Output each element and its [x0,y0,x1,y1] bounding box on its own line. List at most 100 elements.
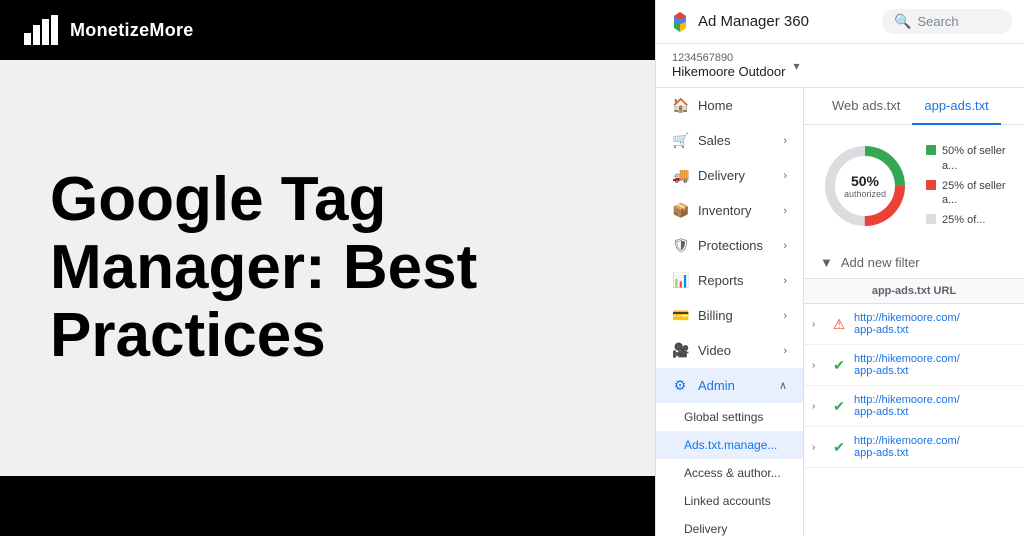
sidebar-sub-access[interactable]: Access & author... [656,459,803,487]
check-icon: ✔ [830,439,848,456]
table-row[interactable]: › ✔ http://hikemoore.com/app-ads.txt [804,386,1024,427]
account-info: 1234567890 Hikemoore Outdoor [672,52,785,79]
search-icon: 🔍 [894,13,911,30]
logo-text: MonetizeMore [70,20,194,41]
sidebar-sub-linked[interactable]: Linked accounts [656,487,803,515]
home-icon: 🏠 [672,97,688,114]
logo-icon [24,15,60,45]
main-title: Google Tag Manager: Best Practices [50,166,605,371]
row-expand-icon: › [812,360,824,371]
account-number: 1234567890 [672,52,785,64]
row-url-1: http://hikemoore.com/app-ads.txt [854,353,960,377]
left-content: Google Tag Manager: Best Practices [0,60,655,476]
account-name: Hikemoore Outdoor [672,64,785,79]
check-icon: ✔ [830,357,848,374]
tab-web-ads-txt[interactable]: Web ads.txt [820,88,912,125]
sidebar-label-delivery: Delivery [698,168,745,183]
sidebar-sub-label-linked: Linked accounts [684,494,771,508]
sidebar-item-protections[interactable]: 🛡 Protections › [656,228,803,263]
donut-sub-label: authorized [844,189,886,199]
row-expand-icon: › [812,319,824,330]
sidebar-item-delivery[interactable]: 🚚 Delivery › [656,158,803,193]
donut-chart: 50% authorized [820,141,910,231]
video-icon: 🎥 [672,342,688,359]
chevron-down-icon: › [783,240,787,252]
filter-label: Add new filter [841,255,920,270]
inventory-icon: 📦 [672,202,688,219]
sidebar-label-protections: Protections [698,238,763,253]
table-header: app-ads.txt URL [804,279,1024,304]
delivery-icon: 🚚 [672,167,688,184]
main-content: Web ads.txt app-ads.txt 50% [804,88,1024,536]
chevron-down-icon: › [783,170,787,182]
legend-text-2: 25% of... [942,213,985,227]
legend-dot-red [926,180,936,190]
row-url-3: http://hikemoore.com/app-ads.txt [854,435,960,459]
left-panel: MonetizeMore Google Tag Manager: Best Pr… [0,0,655,536]
legend-item-1: 25% of seller a... [926,179,1008,208]
sidebar-item-home[interactable]: 🏠 Home [656,88,803,123]
chevron-down-icon: › [783,275,787,287]
chevron-down-icon: › [783,205,787,217]
account-row[interactable]: 1234567890 Hikemoore Outdoor ▾ [656,44,1024,88]
row-expand-icon: › [812,401,824,412]
legend-text-0: 50% of seller a... [942,144,1008,173]
legend-item-2: 25% of... [926,213,1008,227]
reports-icon: 📊 [672,272,688,289]
sidebar-sub-label-global: Global settings [684,410,763,424]
tab-app-ads-txt[interactable]: app-ads.txt [912,88,1000,125]
sidebar-label-billing: Billing [698,308,733,323]
donut-label: 50% authorized [844,173,886,199]
sidebar-sub-label-delivery: Delivery [684,522,727,536]
chevron-down-icon: › [783,135,787,147]
legend-dot-gray [926,214,936,224]
top-bar: Ad Manager 360 🔍 Search [656,0,1024,44]
left-header: MonetizeMore [0,0,655,60]
chevron-up-icon: ∧ [779,379,787,392]
sidebar-item-reports[interactable]: 📊 Reports › [656,263,803,298]
row-expand-icon: › [812,442,824,453]
right-panel: Ad Manager 360 🔍 Search 1234567890 Hikem… [655,0,1024,536]
sidebar: 🏠 Home 🛒 Sales › 🚚 Delivery › 📦 Inventor… [656,88,804,536]
sidebar-sub-ads-txt[interactable]: Ads.txt.manage... [656,431,803,459]
sidebar-sub-label-ads-txt: Ads.txt.manage... [684,438,777,452]
sidebar-item-sales[interactable]: 🛒 Sales › [656,123,803,158]
legend-item-0: 50% of seller a... [926,144,1008,173]
sidebar-label-admin: Admin [698,378,735,393]
left-footer [0,476,655,536]
chevron-down-icon: › [783,310,787,322]
sidebar-label-reports: Reports [698,273,744,288]
filter-icon: ▼ [820,255,833,270]
gam-app-title: Ad Manager 360 [698,13,809,30]
row-url-2: http://hikemoore.com/app-ads.txt [854,394,960,418]
sidebar-label-inventory: Inventory [698,203,751,218]
table-row[interactable]: › ✔ http://hikemoore.com/app-ads.txt [804,427,1024,468]
sidebar-label-home: Home [698,98,733,113]
sidebar-item-admin[interactable]: ⚙ Admin ∧ [656,368,803,403]
chart-legend: 50% of seller a... 25% of seller a... 25… [926,144,1008,227]
warning-icon: ⚠ [830,316,848,333]
sidebar-sub-delivery[interactable]: Delivery [656,515,803,536]
tabs-bar: Web ads.txt app-ads.txt [804,88,1024,125]
sales-icon: 🛒 [672,132,688,149]
sidebar-label-sales: Sales [698,133,731,148]
sidebar-item-inventory[interactable]: 📦 Inventory › [656,193,803,228]
admin-icon: ⚙ [672,377,688,394]
content-area: 🏠 Home 🛒 Sales › 🚚 Delivery › 📦 Inventor… [656,88,1024,536]
check-icon: ✔ [830,398,848,415]
search-box[interactable]: 🔍 Search [882,9,1012,34]
filter-bar[interactable]: ▼ Add new filter [804,247,1024,279]
sidebar-sub-global-settings[interactable]: Global settings [656,403,803,431]
table-row[interactable]: › ✔ http://hikemoore.com/app-ads.txt [804,345,1024,386]
table-row[interactable]: › ⚠ http://hikemoore.com/app-ads.txt [804,304,1024,345]
chart-area: 50% authorized 50% of seller a... 25% of… [804,125,1024,247]
chevron-down-icon: › [783,345,787,357]
gam-logo: Ad Manager 360 [668,10,809,34]
sidebar-item-video[interactable]: 🎥 Video › [656,333,803,368]
legend-dot-green [926,145,936,155]
billing-icon: 💳 [672,307,688,324]
protections-icon: 🛡 [672,237,688,254]
row-url-0: http://hikemoore.com/app-ads.txt [854,312,960,336]
sidebar-item-billing[interactable]: 💳 Billing › [656,298,803,333]
sidebar-label-video: Video [698,343,731,358]
